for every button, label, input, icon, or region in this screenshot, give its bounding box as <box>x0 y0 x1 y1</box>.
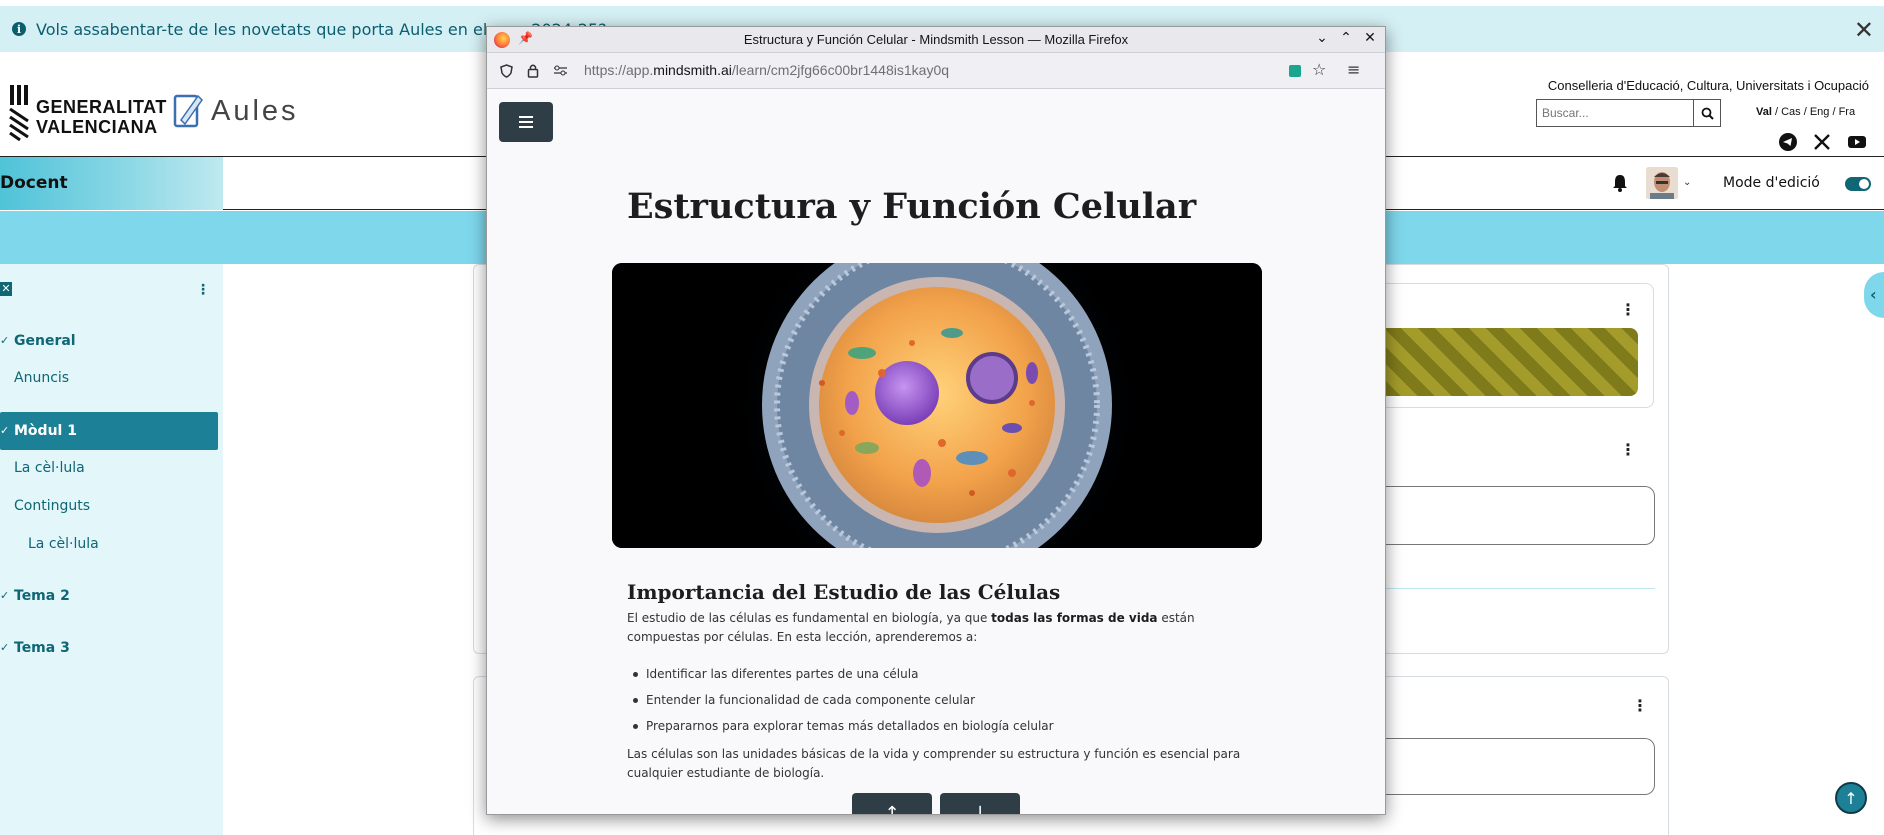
url-prefix: https://app. <box>584 62 654 78</box>
course-index-modul-1[interactable]: Mòdul 1 <box>14 423 77 439</box>
info-icon: i <box>12 22 26 36</box>
list-item: Prepararnos para explorar temas más deta… <box>627 717 1247 743</box>
notice-close-button[interactable]: ✕ <box>1854 16 1874 44</box>
edit-mode-label: Mode d'edició <box>1723 175 1820 191</box>
user-avatar[interactable] <box>1646 167 1678 199</box>
generalitat-logo-icon[interactable] <box>8 85 30 141</box>
firefox-popup-window: 📌 Estructura y Función Celular - Mindsmi… <box>486 26 1386 815</box>
arrow-up-icon: ↑ <box>884 802 900 815</box>
chevron-general-icon[interactable]: ✓ <box>0 334 9 347</box>
lock-icon[interactable] <box>527 63 539 78</box>
docent-tab-label: Docent <box>0 173 68 193</box>
lesson-page: Estructura y Función Celular Importancia… <box>487 90 1385 815</box>
activity-options-icon-2[interactable]: ⋮ <box>1620 440 1636 459</box>
search-button[interactable] <box>1693 99 1721 127</box>
lang-eng[interactable]: Eng <box>1810 106 1830 118</box>
course-index-drawer: ✕ ⋮ ✓ General Anuncis ✓ Mòdul 1 La cèl·l… <box>0 264 223 835</box>
activity-options-icon[interactable]: ⋮ <box>1620 300 1636 319</box>
app-menu-icon[interactable]: ≡ <box>1347 60 1360 79</box>
right-drawer-toggle[interactable]: ‹ <box>1864 272 1884 318</box>
intro-text-1: El estudio de las células es fundamental… <box>627 611 992 625</box>
url-bar[interactable]: https://app.mindsmith.ai/learn/cm2jfg66c… <box>487 53 1385 89</box>
drawer-options-icon[interactable]: ⋮ <box>196 282 210 298</box>
previous-slide-button[interactable]: ↑ <box>852 793 932 815</box>
course-index-la-cellula[interactable]: La cèl·lula <box>14 460 85 476</box>
cell-image-icon <box>612 263 1262 548</box>
course-index-tema-3[interactable]: Tema 3 <box>14 640 70 656</box>
gva-line1: GENERALITAT <box>36 97 167 117</box>
site-permissions-icon[interactable] <box>553 65 568 76</box>
bell-icon[interactable] <box>1612 174 1628 192</box>
generalitat-wordmark[interactable]: GENERALITAT VALENCIANA <box>36 97 167 137</box>
course-index-continguts[interactable]: Continguts <box>14 498 90 514</box>
list-item: Entender la funcionalidad de cada compon… <box>627 691 1247 717</box>
x-twitter-icon[interactable] <box>1813 133 1831 151</box>
objectives-list: Identificar las diferentes partes de una… <box>627 665 1247 743</box>
url-path: /learn/cm2jfg66c00br1448is1kay0q <box>731 62 950 78</box>
lang-val[interactable]: Val <box>1756 106 1772 118</box>
section-title: Importancia del Estudio de las Células <box>627 580 1061 604</box>
conselleria-link[interactable]: Conselleria d'Educació, Cultura, Univers… <box>1548 78 1869 93</box>
url-text[interactable]: https://app.mindsmith.ai/learn/cm2jfg66c… <box>584 62 949 78</box>
course-index-la-cellula-sub[interactable]: La cèl·lula <box>28 536 99 552</box>
course-index-tema-2[interactable]: Tema 2 <box>14 588 70 604</box>
chevron-left-icon: ‹ <box>1870 285 1877 304</box>
next-slide-button[interactable]: ↓ <box>940 793 1020 815</box>
minimize-icon[interactable]: ⌄ <box>1313 30 1331 46</box>
aules-wordmark[interactable]: Aules <box>211 95 299 128</box>
closing-paragraph: Las células son las unidades básicas de … <box>627 747 1241 780</box>
activity-image-placeholder[interactable] <box>1384 328 1638 396</box>
activity-box-2[interactable] <box>1384 738 1655 795</box>
edit-mode-toggle[interactable] <box>1845 177 1871 191</box>
course-index-anuncis[interactable]: Anuncis <box>14 370 69 386</box>
aules-logo-icon[interactable] <box>172 92 204 130</box>
close-drawer-icon[interactable]: ✕ <box>0 282 12 296</box>
extension-icon[interactable] <box>1289 65 1301 77</box>
chevron-tema3-icon[interactable]: ✓ <box>0 641 9 654</box>
cell-illustration <box>612 263 1262 548</box>
divider <box>1384 588 1655 589</box>
lang-fra[interactable]: Fra <box>1839 106 1856 118</box>
chevron-modul1-icon[interactable]: ✓ <box>0 424 9 437</box>
arrow-down-icon: ↓ <box>972 802 988 815</box>
maximize-icon[interactable]: ⌃ <box>1337 30 1355 46</box>
chevron-down-icon[interactable]: ⌄ <box>1683 177 1691 188</box>
section-options-icon[interactable]: ⋮ <box>1632 696 1648 715</box>
list-item: Identificar las diferentes partes de una… <box>627 665 1247 691</box>
youtube-icon[interactable] <box>1848 133 1866 151</box>
chevron-tema2-icon[interactable]: ✓ <box>0 589 9 602</box>
arrow-up-icon: ↑ <box>1844 788 1858 808</box>
window-titlebar[interactable]: 📌 Estructura y Función Celular - Mindsmi… <box>487 27 1385 53</box>
back-to-top-button[interactable]: ↑ <box>1835 782 1867 814</box>
gva-line2: VALENCIANA <box>36 117 158 137</box>
site-search-input[interactable] <box>1536 99 1694 127</box>
lang-cas[interactable]: Cas <box>1781 106 1801 118</box>
intro-paragraph: El estudio de las células es fundamental… <box>627 609 1247 647</box>
docent-tab[interactable]: Docent <box>0 157 223 210</box>
close-window-icon[interactable]: ✕ <box>1361 30 1379 46</box>
language-switcher: Val / Cas / Eng / Fra <box>1756 106 1856 118</box>
search-icon <box>1701 107 1714 120</box>
course-index-general[interactable]: General <box>14 333 76 349</box>
intro-bold: todas las formas de vida <box>991 611 1158 625</box>
activity-box[interactable] <box>1384 486 1655 545</box>
lesson-title: Estructura y Función Celular <box>627 186 1197 227</box>
url-domain: mindsmith.ai <box>653 62 732 78</box>
shield-icon[interactable] <box>500 64 513 78</box>
window-title: Estructura y Función Celular - Mindsmith… <box>743 32 1129 47</box>
hamburger-icon[interactable] <box>499 102 553 142</box>
avatar-photo-icon <box>1646 167 1678 199</box>
bookmark-star-icon[interactable]: ☆ <box>1312 60 1326 79</box>
telegram-icon[interactable] <box>1779 133 1797 151</box>
